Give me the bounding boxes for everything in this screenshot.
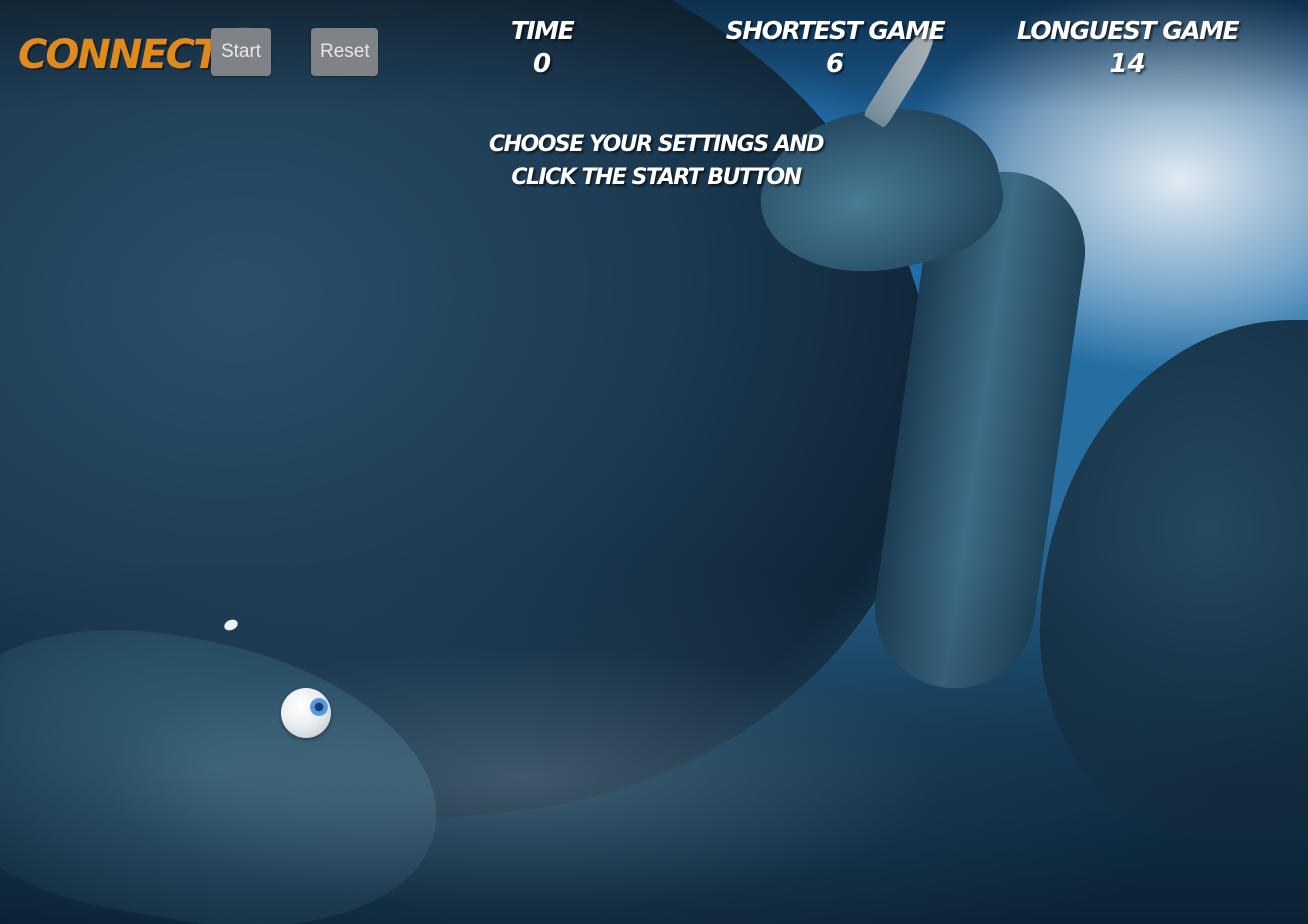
eyeball-piece-icon <box>281 688 331 738</box>
time-stat: Time 0 <box>492 16 592 79</box>
shortest-game-value: 6 <box>825 49 845 79</box>
time-value: 0 <box>532 49 552 79</box>
game-stage: CONNECT4 Start Reset Time 0 Shortest Gam… <box>0 0 1308 924</box>
longest-game-value: 14 <box>1109 49 1146 79</box>
shortest-game-label: Shortest Game <box>725 16 946 45</box>
mist-overlay <box>0 560 1308 924</box>
longest-game-stat: Longuest Game 14 <box>1010 16 1245 79</box>
start-button[interactable]: Start <box>211 28 271 76</box>
time-label: Time <box>510 16 575 45</box>
eye-iris <box>310 698 328 716</box>
instruction-message: Choose your settings and click the start… <box>488 132 825 190</box>
shortest-game-stat: Shortest Game 6 <box>720 16 950 79</box>
logo-word: CONNECT <box>18 32 220 78</box>
reset-button[interactable]: Reset <box>311 28 378 76</box>
longest-game-label: Longuest Game <box>1016 16 1240 45</box>
